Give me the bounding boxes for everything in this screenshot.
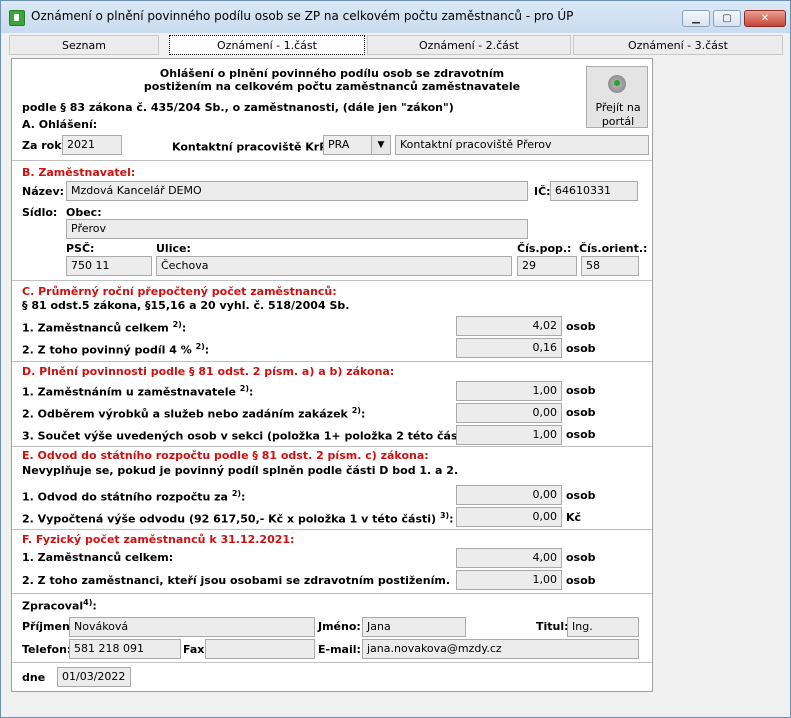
d-row1-unit: osob [566,384,596,397]
maximize-button[interactable]: ▢ [713,10,741,27]
divider [12,662,652,663]
date-label: dne [22,671,46,684]
ic-label: IČ: [534,185,551,198]
f-row2-value[interactable]: 1,00 [456,570,562,590]
fax-field[interactable] [205,639,315,659]
co-field[interactable]: 58 [581,256,639,276]
d-row1-label: 1. Zaměstnáním u zaměstnavatele 2): [22,384,254,399]
e-row2-label: 2. Vypočtená výše odvodu (92 617,50,- Kč… [22,511,454,526]
divider [12,280,652,281]
psc-label: PSČ: [66,242,95,255]
d-row1-value[interactable]: 1,00 [456,381,562,401]
e-row2-unit: Kč [566,511,582,524]
d-row2-value[interactable]: 0,00 [456,403,562,423]
street-field[interactable]: Čechova [156,256,512,276]
d-row2-label: 2. Odběrem výrobků a služeb nebo zadáním… [22,406,366,421]
e-row2-value[interactable]: 0,00 [456,507,562,527]
tab-oznameni-3[interactable]: Oznámení - 3.část [573,35,783,55]
psc-field[interactable]: 750 11 [66,256,152,276]
name-label: Název: [22,185,65,198]
firstname-label: Jméno: [318,620,361,633]
krp-label: Kontaktní pracoviště KrP 1): [172,139,345,154]
c-row2-unit: osob [566,342,596,355]
year-label: Za rok: [22,139,66,152]
ic-field[interactable]: 64610331 [550,181,638,201]
c-row2-label: 2. Z toho povinný podíl 4 % 2): [22,342,210,357]
cp-label: Čís.pop.: [517,242,572,255]
krp-select[interactable]: PRA ▼ [323,135,391,155]
e-row1-label: 1. Odvod do státního rozpočtu za 2): [22,489,246,504]
application-window: Oznámení o plnění povinného podílu osob … [0,0,791,718]
section-e-title: E. Odvod do státního rozpočtu podle § 81… [22,449,429,462]
portal-label: Přejít na portál [595,101,641,128]
f-row2-label: 2. Z toho zaměstnanci, kteří jsou osobam… [22,574,451,587]
divider [12,446,652,447]
co-label: Čís.orient.: [579,242,648,255]
d-row3-value[interactable]: 1,00 [456,425,562,445]
c-row1-value[interactable]: 4,02 [456,316,562,336]
form-panel: Ohlášení o plnění povinného podílu osob … [11,58,653,692]
e-row1-value[interactable]: 0,00 [456,485,562,505]
f-row2-unit: osob [566,574,596,587]
tab-oznameni-2[interactable]: Oznámení - 2.část [367,35,571,55]
tab-oznameni-1[interactable]: Oznámení - 1.část [169,35,365,55]
krp-name-field: Kontaktní pracoviště Přerov [395,135,649,155]
section-d-title: D. Plnění povinnosti podle § 81 odst. 2 … [22,365,395,378]
divider [12,361,652,362]
section-c-law: § 81 odst.5 zákona, §15,16 a 20 vyhl. č.… [22,299,350,312]
section-c-title: C. Průměrný roční přepočtený počet zaměs… [22,285,337,298]
c-row1-unit: osob [566,320,596,333]
f-row1-label: 1. Zaměstnanců celkem: [22,551,174,564]
d-row3-label: 3. Součet výše uvedených osob v sekci (p… [22,428,489,443]
processor-title: Zpracoval4): [22,598,97,613]
form-title-line2: postižením na celkovém počtu zaměstnanců… [143,80,521,93]
email-field[interactable]: jana.novakova@mzdy.cz [362,639,639,659]
phone-label: Telefon: [22,643,72,656]
e-row1-unit: osob [566,489,596,502]
section-a-title: A. Ohlášení: [22,118,98,131]
c-row2-value[interactable]: 0,16 [456,338,562,358]
globe-icon [608,75,626,93]
section-e-note: Nevyplňuje se, pokud je povinný podíl sp… [22,464,459,477]
tab-seznam[interactable]: Seznam [9,35,159,55]
obec-label: Obec: [66,206,102,219]
portal-button[interactable]: Přejít na portál [586,66,648,128]
tab-bar: Seznam Oznámení - 1.část Oznámení - 2.čá… [9,35,783,55]
titul-label: Titul: [536,620,569,633]
chevron-down-icon: ▼ [371,136,390,154]
app-icon [9,10,25,26]
minimize-button[interactable]: ▁ [682,10,710,27]
seat-label: Sídlo: [22,206,58,219]
surname-field[interactable]: Nováková [69,617,315,637]
section-f-title: F. Fyzický počet zaměstnanců k 31.12.202… [22,533,295,546]
c-row1-label: 1. Zaměstnanců celkem 2): [22,320,187,335]
title-bar: Oznámení o plnění povinného podílu osob … [1,1,790,33]
d-row3-unit: osob [566,428,596,441]
date-field[interactable]: 01/03/2022 [57,667,131,687]
window-title: Oznámení o plnění povinného podílu osob … [31,9,574,23]
divider [12,160,652,161]
f-row1-value[interactable]: 4,00 [456,548,562,568]
obec-field[interactable]: Přerov [66,219,528,239]
close-button[interactable]: ✕ [744,10,786,27]
cp-field[interactable]: 29 [517,256,577,276]
form-title-line1: Ohlášení o plnění povinného podílu osob … [159,67,505,80]
section-b-title: B. Zaměstnavatel: [22,166,136,179]
d-row2-unit: osob [566,406,596,419]
titul-field[interactable]: Ing. [567,617,639,637]
firstname-field[interactable]: Jana [362,617,466,637]
street-label: Ulice: [156,242,191,255]
email-label: E-mail: [318,643,361,656]
law-reference: podle § 83 zákona č. 435/204 Sb., o zamě… [22,101,454,114]
f-row1-unit: osob [566,551,596,564]
phone-field[interactable]: 581 218 091 [69,639,181,659]
divider [12,593,652,594]
employer-name-field[interactable]: Mzdová Kancelář DEMO [66,181,528,201]
divider [12,529,652,530]
year-field[interactable]: 2021 [62,135,122,155]
